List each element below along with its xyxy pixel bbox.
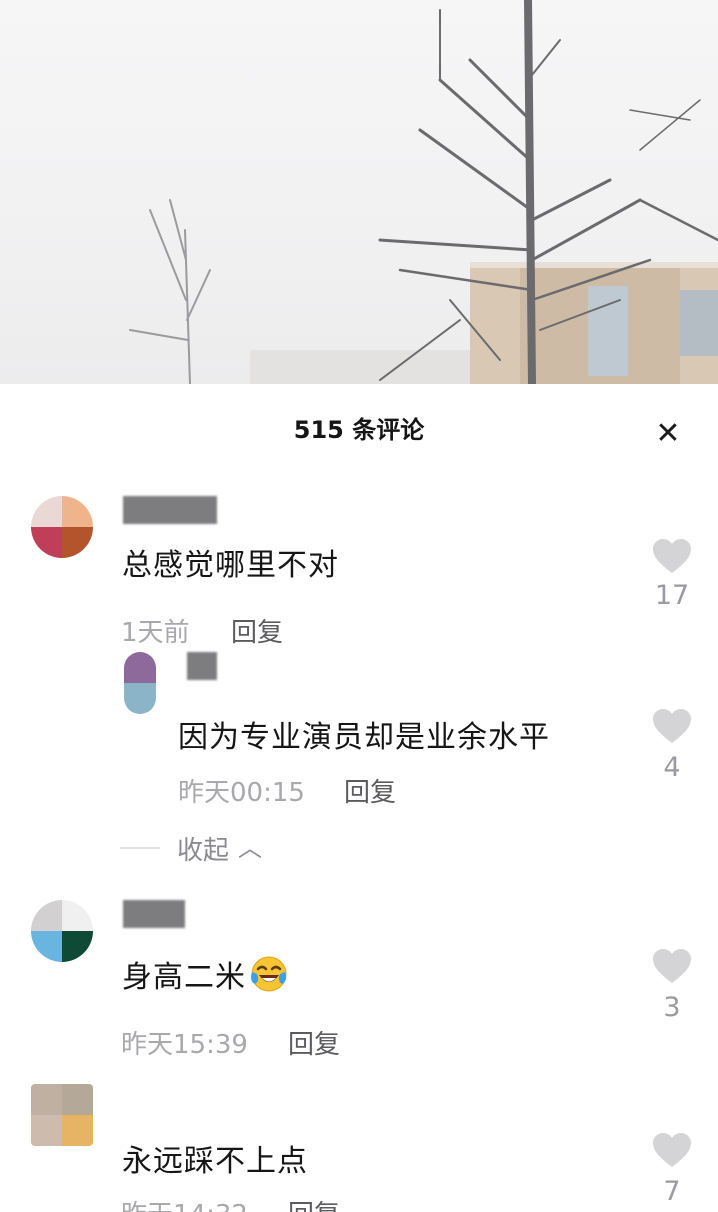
comment-time: 昨天14:32 <box>121 1194 248 1212</box>
reply-button[interactable]: 回复 <box>231 612 283 649</box>
username-redacted[interactable] <box>187 652 217 680</box>
reply-button[interactable]: 回复 <box>344 772 396 809</box>
heart-icon <box>653 709 691 743</box>
divider <box>120 847 160 849</box>
comment-time: 昨天15:39 <box>121 1030 248 1060</box>
comment-text: 因为专业演员却是业余水平 <box>178 720 550 755</box>
comment-count-title: 515 条评论 <box>293 416 425 444</box>
heart-icon <box>653 949 691 983</box>
laughing-crying-emoji-icon <box>251 956 287 992</box>
avatar[interactable] <box>31 1084 93 1146</box>
comment-time: 昨天00:15 <box>178 778 305 808</box>
like-count: 4 <box>663 752 681 783</box>
heart-icon <box>653 1133 691 1167</box>
reply-button[interactable]: 回复 <box>288 1194 340 1212</box>
chevron-up-icon: ︿ <box>238 834 262 862</box>
comment-text: 总感觉哪里不对 <box>122 548 339 583</box>
close-icon[interactable]: ✕ <box>648 414 688 454</box>
tree-building-illustration <box>129 0 718 384</box>
collapse-label: 收起 <box>177 836 230 866</box>
like-button[interactable] <box>650 708 694 744</box>
avatar[interactable] <box>31 496 93 558</box>
comment-time: 1天前 <box>121 618 190 648</box>
reply-button[interactable]: 回复 <box>288 1024 340 1061</box>
avatar[interactable] <box>31 900 93 962</box>
comment-text-content: 身高二米 <box>122 960 246 995</box>
like-button[interactable] <box>650 538 694 574</box>
username-redacted[interactable] <box>123 496 217 524</box>
username-redacted[interactable] <box>123 900 185 928</box>
like-button[interactable] <box>650 1132 694 1168</box>
like-button[interactable] <box>650 948 694 984</box>
avatar[interactable] <box>124 652 156 714</box>
heart-icon <box>653 539 691 573</box>
comment-sheet: 515 条评论 ✕ 总感觉哪里不对 1天前 回复 17 因为专业演员却是业余水平… <box>0 384 718 1212</box>
comment-text: 身高二米 <box>122 952 288 996</box>
comment-text: 永远踩不上点 <box>122 1144 308 1179</box>
like-count: 3 <box>663 992 681 1023</box>
like-count: 7 <box>663 1176 681 1207</box>
video-background-photo <box>0 0 718 384</box>
like-count: 17 <box>654 580 690 611</box>
